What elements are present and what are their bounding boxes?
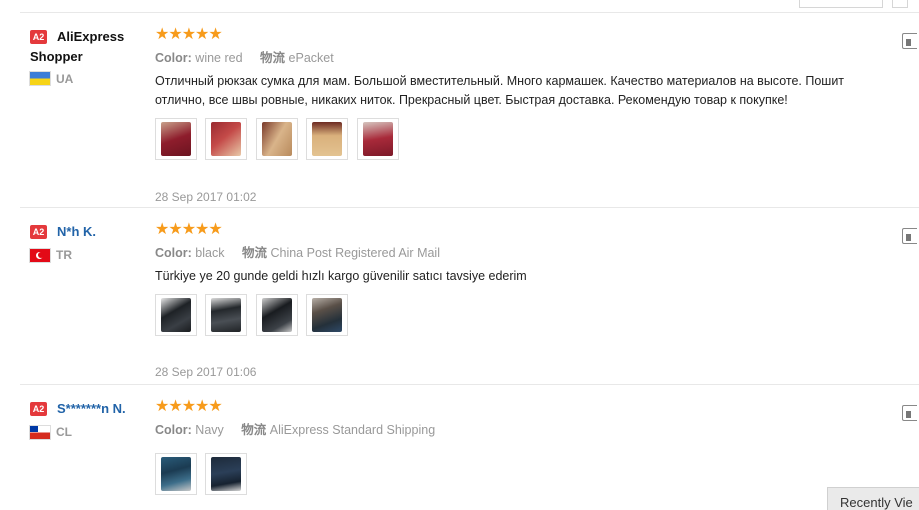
star-icon: ★ [168, 26, 182, 43]
star-rating: ★★★★★ [155, 220, 905, 239]
photo-thumbnail[interactable] [205, 294, 248, 336]
star-icon: ★ [155, 26, 169, 43]
star-icon: ★ [195, 221, 209, 238]
review-date: 28 Sep 2017 01:02 [155, 190, 257, 204]
star-icon: ★ [195, 26, 209, 43]
star-rating: ★★★★★ [155, 397, 905, 416]
reviewer-info: A2 S*******n N. CL [30, 399, 148, 440]
review-item: A2 S*******n N. CL ★★★★★ Color: Navy 物流 A… [20, 385, 919, 510]
shipping-label: 物流 [241, 423, 267, 437]
sort-select[interactable] [799, 0, 883, 8]
color-value: wine red [195, 51, 243, 65]
sort-button[interactable] [892, 0, 908, 8]
photo-thumbnail[interactable] [306, 118, 349, 160]
shipping-value: AliExpress Standard Shipping [269, 423, 436, 437]
photo-thumbnail[interactable] [356, 118, 399, 160]
level-badge: A2 [30, 224, 47, 239]
photo-thumbnail[interactable] [155, 453, 197, 495]
star-icon: ★ [208, 398, 222, 415]
photo-thumbnail[interactable] [306, 294, 349, 336]
color-label: Color: [155, 423, 192, 437]
helpful-thumb-icon[interactable] [902, 405, 917, 421]
star-icon: ★ [155, 221, 169, 238]
review-text: Türkiye ye 20 gunde geldi hızlı kargo gü… [155, 269, 527, 283]
color-value: Navy [195, 423, 224, 437]
photo-thumbnail[interactable] [155, 294, 197, 336]
shipping-label: 物流 [241, 246, 267, 260]
photo-thumbnail[interactable] [205, 453, 248, 495]
shipping-label: 物流 [260, 51, 286, 65]
review-photos [155, 453, 905, 495]
star-icon: ★ [155, 398, 169, 415]
review-content: ★★★★★ Color: wine red 物流 ePacket Отличны… [155, 25, 905, 204]
order-info: Color: wine red 物流 ePacket [155, 49, 905, 67]
top-bar [0, 0, 919, 13]
reviewer-name[interactable]: S*******n N. [57, 401, 126, 416]
review-content: ★★★★★ Color: Navy 物流 AliExpress Standard… [155, 397, 905, 495]
country-code: CL [56, 425, 72, 440]
helpful-thumb-icon[interactable] [902, 33, 917, 49]
review-content: ★★★★★ Color: black 物流 China Post Registe… [155, 220, 905, 379]
review-date: 28 Sep 2017 01:06 [155, 365, 257, 379]
star-icon: ★ [168, 221, 182, 238]
chile-flag-icon [30, 425, 50, 439]
star-icon: ★ [208, 221, 222, 238]
color-label: Color: [155, 246, 192, 260]
shipping-value: ePacket [288, 51, 334, 65]
photo-thumbnail[interactable] [255, 294, 298, 336]
color-value: black [195, 246, 225, 260]
order-info: Color: black 物流 China Post Registered Ai… [155, 244, 905, 262]
level-badge: A2 [30, 29, 47, 44]
level-badge: A2 [30, 401, 47, 416]
order-info: Color: Navy 物流 AliExpress Standard Shipp… [155, 421, 905, 439]
reviewer-info: A2 AliExpress Shopper UA [30, 27, 148, 87]
reviewer-name[interactable]: N*h K. [57, 224, 96, 239]
review-photos [155, 294, 905, 336]
shipping-value: China Post Registered Air Mail [270, 246, 440, 260]
star-icon: ★ [181, 221, 196, 238]
review-photos [155, 118, 905, 160]
review-text: Отличный рюкзак сумка для мам. Большой в… [155, 74, 845, 107]
reviewer-country: CL [30, 424, 148, 440]
helpful-thumb-icon[interactable] [902, 228, 917, 244]
reviewer-country: UA [30, 71, 148, 87]
star-icon: ★ [208, 26, 222, 43]
photo-thumbnail[interactable] [255, 118, 298, 160]
star-icon: ★ [168, 398, 182, 415]
photo-thumbnail[interactable] [205, 118, 248, 160]
star-rating: ★★★★★ [155, 25, 905, 44]
country-code: TR [56, 248, 72, 263]
reviewer-country: TR [30, 247, 148, 263]
review-item: A2 N*h K. TR ★★★★★ Color: black 物流 China … [20, 208, 919, 385]
recently-viewed-tab[interactable]: Recently Vie [827, 487, 919, 510]
ukraine-flag-icon [30, 71, 50, 85]
turkey-flag-icon [30, 248, 50, 262]
photo-thumbnail[interactable] [155, 118, 197, 160]
color-label: Color: [155, 51, 192, 65]
review-item: A2 AliExpress Shopper UA ★★★★★ Color: win… [20, 13, 919, 208]
star-icon: ★ [181, 26, 196, 43]
star-icon: ★ [195, 398, 209, 415]
country-code: UA [56, 71, 74, 86]
reviewer-info: A2 N*h K. TR [30, 222, 148, 263]
star-icon: ★ [181, 398, 196, 415]
